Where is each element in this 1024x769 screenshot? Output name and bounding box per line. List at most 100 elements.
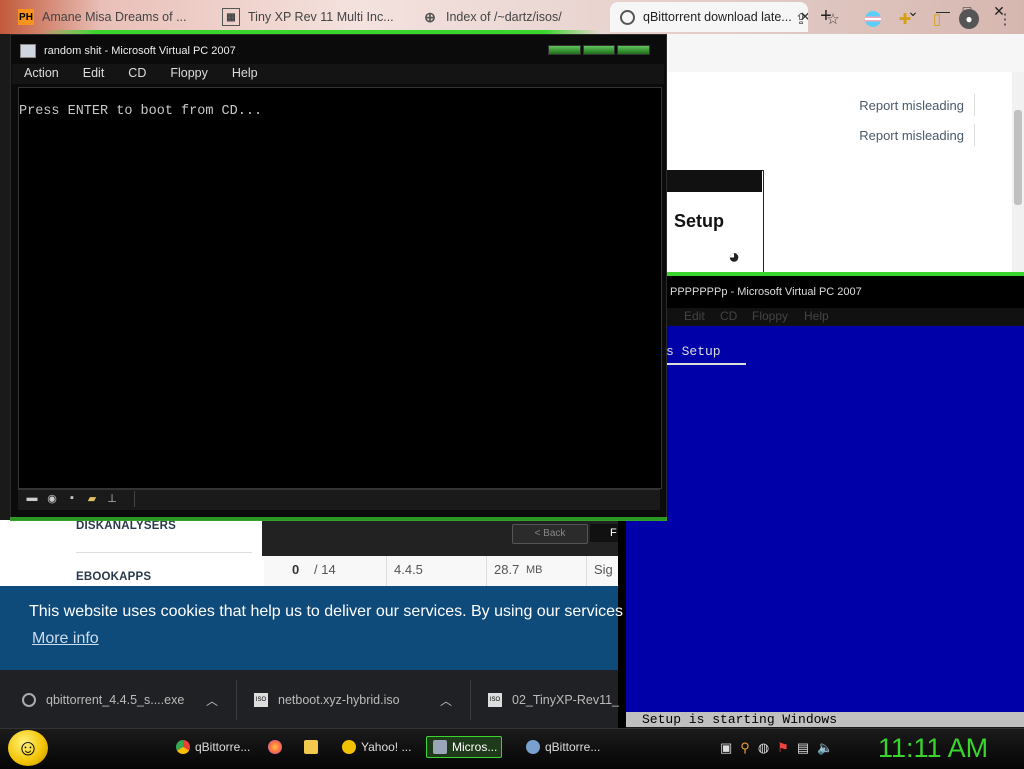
security-icon[interactable]: ⚑	[777, 740, 789, 756]
divider	[386, 556, 387, 586]
hard-disk-icon[interactable]: ▬	[24, 491, 40, 505]
profile-flag-icon[interactable]	[862, 8, 884, 30]
vpc-window-controls	[548, 45, 651, 55]
vpc2-title: PPPPPPPp - Microsoft Virtual PC 2007	[670, 286, 862, 298]
taskbar-button-explorer[interactable]	[298, 736, 326, 758]
size-unit: MB	[526, 564, 543, 576]
download-item[interactable]: qbittorrent_4.4.5_s....exe	[22, 690, 184, 710]
menu-cd[interactable]: CD	[116, 64, 158, 84]
boot-prompt-text: Press ENTER to boot from CD...	[19, 104, 263, 119]
vpc2-menubar: Edit CD Floppy Help	[618, 308, 1024, 326]
report-misleading-link[interactable]: Report misleading	[859, 98, 964, 113]
menu-edit[interactable]: Edit	[71, 64, 117, 84]
chevron-up-icon[interactable]: ︿	[440, 692, 452, 709]
yahoo-messenger-icon	[342, 740, 356, 754]
download-filename: netboot.xyz-hybrid.iso	[278, 693, 400, 707]
taskbar	[0, 728, 1024, 769]
setup-heading: s Setup	[666, 344, 746, 365]
vpc-menubar: Action Edit CD Floppy Help	[12, 64, 664, 84]
download-filename: 02_TinyXP-Rev11_	[512, 693, 620, 707]
system-tray: ▣ ⚲ ◍ ⚑ ▤ 🔈	[720, 740, 833, 756]
taskbar-button-firefox[interactable]	[262, 736, 290, 758]
start-button-smiley-icon[interactable]: ☺	[8, 730, 48, 766]
profile-avatar-icon[interactable]: ●	[958, 8, 980, 30]
more-menu-icon[interactable]: ⋮	[994, 8, 1016, 30]
divider	[486, 556, 487, 586]
size-value: 28.7	[494, 562, 520, 577]
divider	[586, 556, 587, 586]
taskbar-button-chrome[interactable]: qBittorre...	[170, 736, 254, 758]
bookmark-star-icon[interactable]: ☆	[822, 8, 844, 30]
signature-cell: Sig	[594, 562, 613, 577]
vpc-status-icons: ▬ ◉ ▪ ▰ ⊥	[24, 491, 120, 505]
download-item[interactable]: ISO 02_TinyXP-Rev11_	[488, 690, 619, 710]
browser-tab-2[interactable]: ▦ Tiny XP Rev 11 Multi Inc...	[212, 2, 408, 32]
share-icon[interactable]: ⇪	[790, 8, 812, 30]
sidebar-item-ebookapps[interactable]: EBOOKAPPS	[76, 571, 151, 583]
taskbar-button-virtual-pc[interactable]: Micros...	[426, 736, 502, 758]
divider	[974, 124, 975, 146]
divider	[974, 94, 975, 116]
page-favicon-icon: ▦	[222, 8, 240, 26]
network-icon[interactable]: ⊥	[104, 491, 120, 505]
taskbar-clock[interactable]: 11:11 AM	[878, 733, 988, 764]
taskbar-button-qbittorrent[interactable]: qBittorre...	[520, 736, 604, 758]
minimize-button[interactable]	[548, 45, 581, 55]
maximize-button[interactable]	[582, 45, 616, 55]
chevron-up-icon[interactable]: ︿	[206, 692, 218, 709]
menu-help[interactable]: Help	[220, 64, 270, 84]
folder-icon	[304, 740, 318, 754]
browser-tab-3[interactable]: ⊕ Index of /~dartz/isos/	[412, 2, 608, 32]
divider	[470, 680, 471, 720]
menu-action[interactable]: Action	[12, 64, 71, 84]
tray-app-icon[interactable]: ◍	[758, 740, 769, 756]
side-panel-icon[interactable]: ▯	[926, 8, 948, 30]
menu-floppy[interactable]: Floppy	[158, 64, 220, 84]
volume-icon[interactable]: 🔈	[817, 740, 833, 756]
extensions-puzzle-icon[interactable]: ✚	[894, 8, 916, 30]
vm-screen[interactable]	[18, 87, 662, 489]
divider	[134, 491, 135, 507]
eye-cursor-icon: ◕	[728, 246, 741, 268]
setup-window-title: Setup	[674, 211, 725, 231]
cookie-banner	[0, 586, 618, 670]
menu-edit[interactable]: Edit	[684, 309, 705, 323]
floppy-icon[interactable]: ▪	[64, 491, 80, 505]
tab-label: Index of /~dartz/isos/	[446, 10, 562, 24]
close-button[interactable]	[617, 45, 651, 55]
virtual-pc-icon	[433, 740, 447, 754]
menu-floppy[interactable]: Floppy	[752, 309, 788, 323]
download-item[interactable]: ISO netboot.xyz-hybrid.iso	[254, 690, 400, 710]
browser-tab-1[interactable]: PH Amane Misa Dreams of ...	[8, 2, 208, 32]
version-value: 4.4.5	[394, 562, 423, 577]
report-misleading-link[interactable]: Report misleading	[859, 128, 964, 143]
qbittorrent-favicon-icon	[620, 9, 635, 25]
divider	[236, 680, 237, 720]
taskbar-label: Yahoo! ...	[361, 740, 412, 754]
taskbar-label: Micros...	[452, 740, 498, 754]
next-button[interactable]: F	[590, 524, 618, 542]
vpc2-screen[interactable]	[626, 326, 1024, 712]
taskbar-button-yahoo[interactable]: Yahoo! ...	[336, 736, 414, 758]
window-glow	[10, 517, 667, 521]
globe-icon: ⊕	[424, 8, 436, 25]
back-button[interactable]: < Back	[512, 524, 588, 544]
menu-help[interactable]: Help	[804, 309, 829, 323]
cd-drive-icon[interactable]: ◉	[44, 491, 60, 505]
network-icon[interactable]: ▤	[797, 740, 809, 756]
virtual-pc-tray-icon[interactable]: ▣	[720, 740, 732, 756]
more-info-link[interactable]: More info	[32, 630, 99, 648]
vpc-window-title: random shit - Microsoft Virtual PC 2007	[44, 45, 236, 57]
tab-label: Tiny XP Rev 11 Multi Inc...	[248, 10, 394, 24]
sidebar-item-diskanalysers[interactable]: DISKANALYSERS	[76, 520, 176, 532]
shared-folder-icon[interactable]: ▰	[84, 491, 100, 505]
setup-window-titlebar	[666, 170, 762, 192]
qbittorrent-file-icon	[22, 693, 36, 707]
rating-max: / 14	[314, 562, 336, 577]
scrollbar-thumb[interactable]	[1014, 110, 1022, 205]
search-icon[interactable]: ⚲	[740, 740, 750, 756]
menu-cd[interactable]: CD	[720, 309, 737, 323]
chrome-icon	[176, 740, 190, 754]
setup-status-bar: Setup is starting Windows	[626, 712, 1024, 727]
browser-tab-4[interactable]: qBittorrent download late... ✕	[610, 2, 808, 32]
